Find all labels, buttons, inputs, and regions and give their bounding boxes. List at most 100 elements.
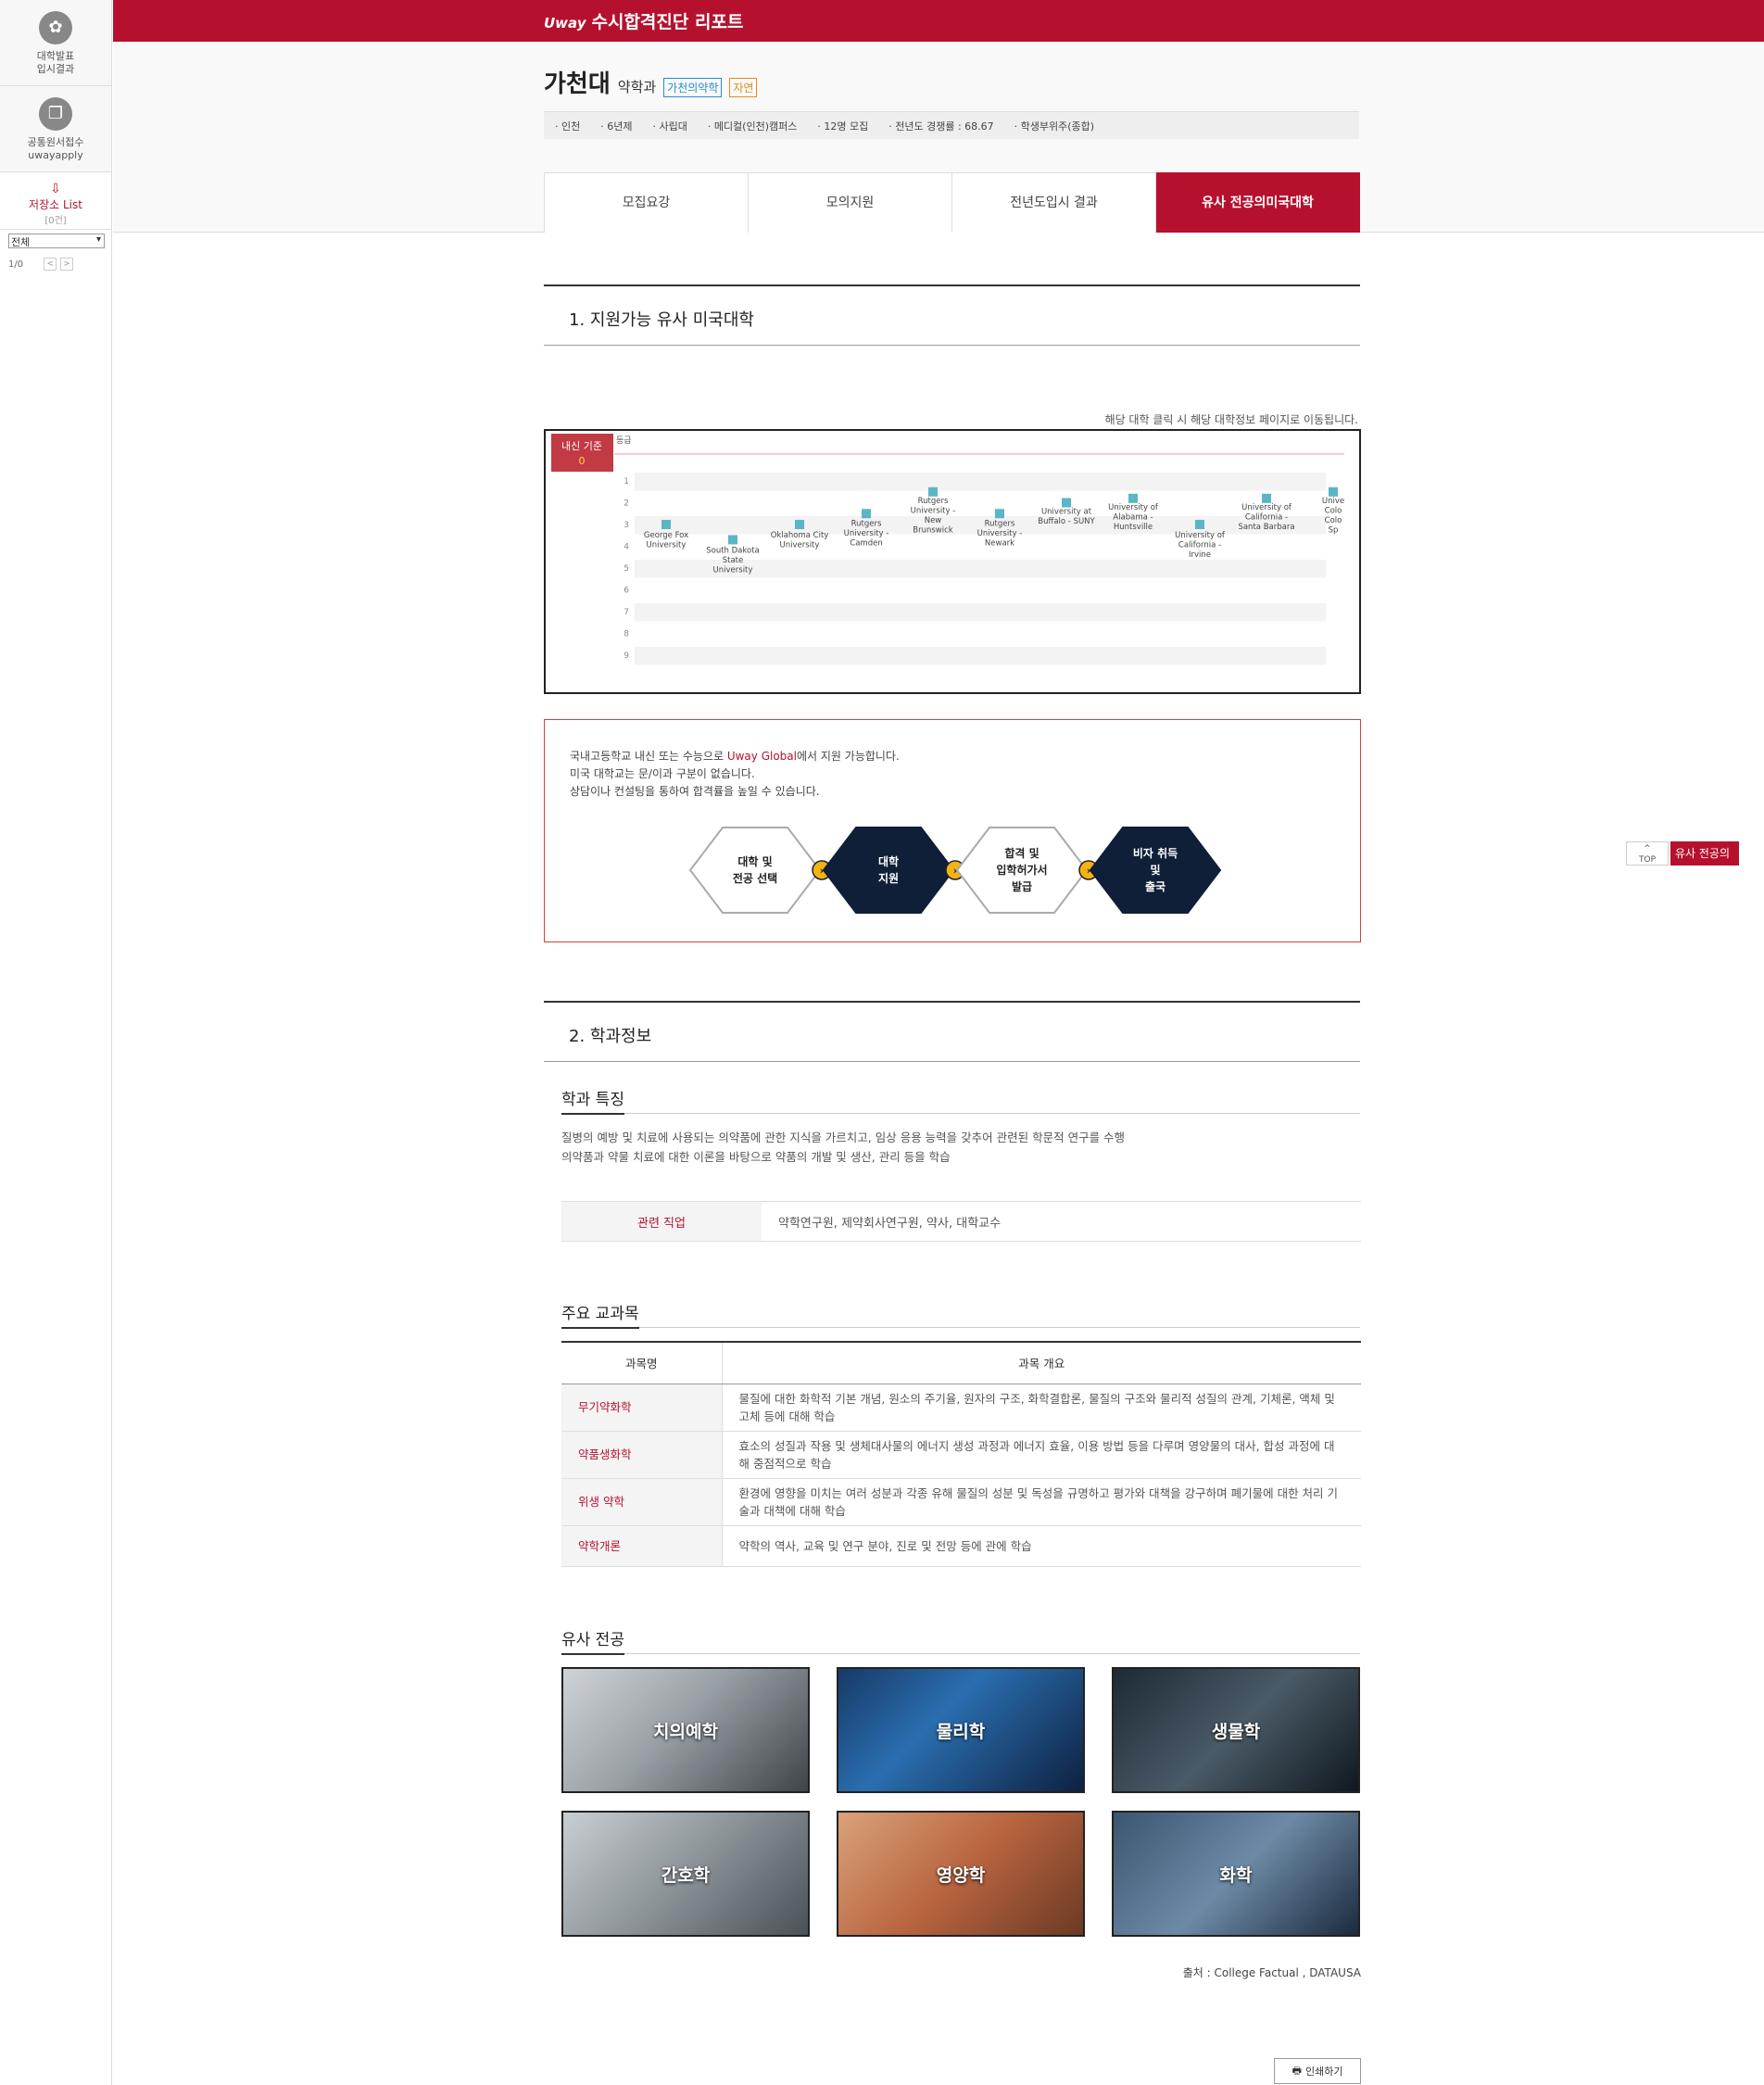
info-item: · 사립대	[652, 120, 687, 133]
tab-label: 모의지원	[825, 195, 875, 210]
data-point[interactable]	[862, 509, 871, 519]
point-label: University	[713, 565, 753, 575]
major-card-nutrition[interactable]: 영양학	[837, 1811, 1085, 1937]
floating-section-tab[interactable]: 유사 전공의	[1670, 841, 1739, 866]
college-tag: 가천의약학	[663, 78, 723, 97]
section1-title: 1. 지원가능 유사 미국대학	[544, 284, 1360, 346]
step-label: 대학 및	[737, 854, 772, 868]
top-bar: Uway 수시합격진단 리포트	[113, 0, 1764, 42]
point-label: Huntsville	[1114, 523, 1153, 532]
y-tick-label: 4	[624, 543, 629, 552]
tab-bar: 모집요강 모의지원 전년도 입시 결과 유사 전공의 미국대학	[544, 172, 1360, 233]
course-name: 무기약화학	[561, 1384, 723, 1432]
grid-band	[635, 473, 1326, 491]
major-card-biology[interactable]: 생물학	[1112, 1667, 1360, 1793]
course-desc: 물질에 대한 화학적 기본 개념, 원소의 주기율, 원자의 구조, 화학결합론…	[722, 1384, 1361, 1432]
tab-label: 모집요강	[622, 195, 671, 210]
tab-mock-apply[interactable]: 모의지원	[749, 172, 952, 233]
print-button[interactable]: 🖶 인쇄하기	[1274, 2058, 1361, 2084]
point-label: Oklahoma City	[771, 531, 829, 540]
course-row: 약품생화학 효소의 성질과 작용 및 생체대사물의 에너지 생성 과정과 에너지 …	[561, 1431, 1361, 1479]
point-label: Santa Barbara	[1238, 523, 1294, 532]
data-point[interactable]	[1195, 520, 1204, 529]
major-card-physics[interactable]: 물리학	[837, 1667, 1085, 1793]
course-name: 약품생화학	[561, 1431, 723, 1479]
grid-band	[635, 603, 1326, 622]
course-row: 위생 약학 환경에 영향을 미치는 여러 성분과 각종 유해 물질의 성분 및 독…	[561, 1478, 1361, 1526]
point-label: Irvine	[1189, 550, 1211, 560]
major-card-nursing[interactable]: 간호학	[561, 1811, 810, 1937]
tab-label: 미국대학	[1266, 195, 1314, 210]
info-line3: 상담이나 컨설팅을 통하여 합격률을 높일 수 있습니다.	[570, 785, 820, 798]
major-card-chemistry[interactable]: 화학	[1112, 1811, 1360, 1937]
related-jobs-value: 약학연구원, 제약회사연구원, 약사, 대학교수	[778, 1216, 1002, 1231]
data-point[interactable]	[1329, 486, 1338, 497]
tab-us-universities[interactable]: 유사 전공의 미국대학	[1156, 172, 1360, 233]
step-label: 대학	[878, 854, 899, 868]
header-area: 가천대 약학과 가천의약학 자연 · 인천 · 6년제 · 사립대 · 메디컬(인천)…	[113, 42, 1764, 233]
grid-band	[635, 647, 1326, 665]
feature-text: 질병의 예방 및 치료에 사용되는 의약품에 관한 지식을 가르치고, 임상 응…	[561, 1128, 1125, 1167]
point-label: Unive	[1322, 497, 1344, 506]
y-tick-label: 1	[624, 477, 629, 486]
info-text: 국내고등학교 내신 또는 수능으로 Uway Global에서 지원 가능합니다…	[570, 748, 900, 801]
step-label: 합격 및	[1004, 846, 1039, 860]
point-label: University at	[1041, 508, 1092, 517]
step-label: 입학허가서	[996, 863, 1047, 877]
data-point[interactable]	[728, 535, 737, 545]
courses-table: 과목명 과목 개요 무기약화학 물질에 대한 화학적 기본 개념, 원소의 주기율…	[561, 1341, 1361, 1567]
feature-line2: 의약품과 약물 치료에 대한 이론을 바탕으로 약품의 개발 및 생산, 관리 …	[561, 1150, 951, 1164]
data-point[interactable]	[928, 486, 938, 497]
data-point[interactable]	[1262, 493, 1271, 503]
point-label: New	[925, 516, 942, 525]
y-tick-label: 3	[624, 521, 629, 530]
scroll-top-button[interactable]: ^ TOP	[1626, 841, 1669, 866]
point-label: Brunswick	[913, 525, 953, 535]
save-list-label: 저장소 List	[29, 198, 82, 211]
tab-label: 전년도	[1010, 195, 1046, 210]
point-label: Colo	[1325, 506, 1342, 515]
data-point[interactable]	[1128, 493, 1138, 503]
filter-select[interactable]: 전체	[8, 234, 105, 248]
sidebar-apply-link[interactable]: ❐ 공통원서접수 uwayapply	[0, 86, 111, 172]
sidebar-save-list[interactable]: ⇩ 저장소 List [0건]	[0, 172, 111, 230]
point-label: University -	[844, 529, 889, 538]
data-point[interactable]	[1062, 498, 1071, 508]
uway-logo: Uway	[544, 15, 586, 32]
data-point[interactable]	[995, 509, 1004, 519]
section2-title: 2. 학과정보	[544, 1001, 1360, 1062]
info-bar: · 인천 · 6년제 · 사립대 · 메디컬(인천)캠퍼스 · 12명 모집 · 전년도 …	[544, 111, 1359, 139]
step-hexagon	[822, 827, 955, 914]
point-label: University	[780, 541, 820, 550]
point-label: Camden	[850, 538, 882, 548]
info-line1-post: 에서 지원 가능합니다.	[796, 750, 900, 763]
y-tick-label: 6	[624, 587, 629, 596]
info-item: · 전년도 경쟁률 : 68.67	[888, 120, 994, 133]
related-jobs-label: 관련 직업	[561, 1202, 762, 1241]
course-name: 위생 약학	[561, 1478, 723, 1526]
prev-page-button[interactable]: <	[44, 258, 57, 271]
track-tag: 자연	[729, 78, 758, 97]
next-page-button[interactable]: >	[60, 258, 74, 271]
uway-global-link[interactable]: Uway Global	[727, 750, 797, 763]
data-point[interactable]	[662, 520, 671, 529]
grade-badge-value: 0	[579, 455, 586, 467]
step-label: 및	[1150, 863, 1160, 877]
major-card-dentistry[interactable]: 치의예학	[561, 1667, 810, 1793]
chart-svg: 내신 기준0등급123456789George FoxUniversitySou…	[551, 434, 1344, 665]
info-line2: 미국 대학교는 문/이과 구분이 없습니다.	[570, 767, 755, 780]
course-name: 약학개론	[561, 1525, 723, 1567]
graduation-cap-icon: ✿	[39, 11, 72, 44]
point-label: South Dakota	[706, 546, 760, 555]
scroll-top-label: TOP	[1638, 855, 1656, 865]
course-row: 약학개론 약학의 역사, 교육 및 연구 분야, 진로 및 전망 등에 관에 학습	[561, 1525, 1361, 1567]
info-item: · 인천	[555, 120, 581, 133]
tab-last-year[interactable]: 전년도 입시 결과	[952, 172, 1156, 233]
course-desc: 효소의 성질과 작용 및 생체대사물의 에너지 생성 과정과 에너지 효율, 이…	[722, 1431, 1361, 1479]
data-point[interactable]	[795, 520, 804, 529]
sidebar-results-link[interactable]: ✿ 대학발표 입시결과	[0, 0, 111, 86]
feature-heading-text: 학과 특징	[561, 1091, 624, 1115]
report-title: Uway 수시합격진단 리포트	[544, 8, 743, 33]
step-hexagon	[688, 827, 822, 914]
tab-recruitment[interactable]: 모집요강	[545, 172, 749, 233]
